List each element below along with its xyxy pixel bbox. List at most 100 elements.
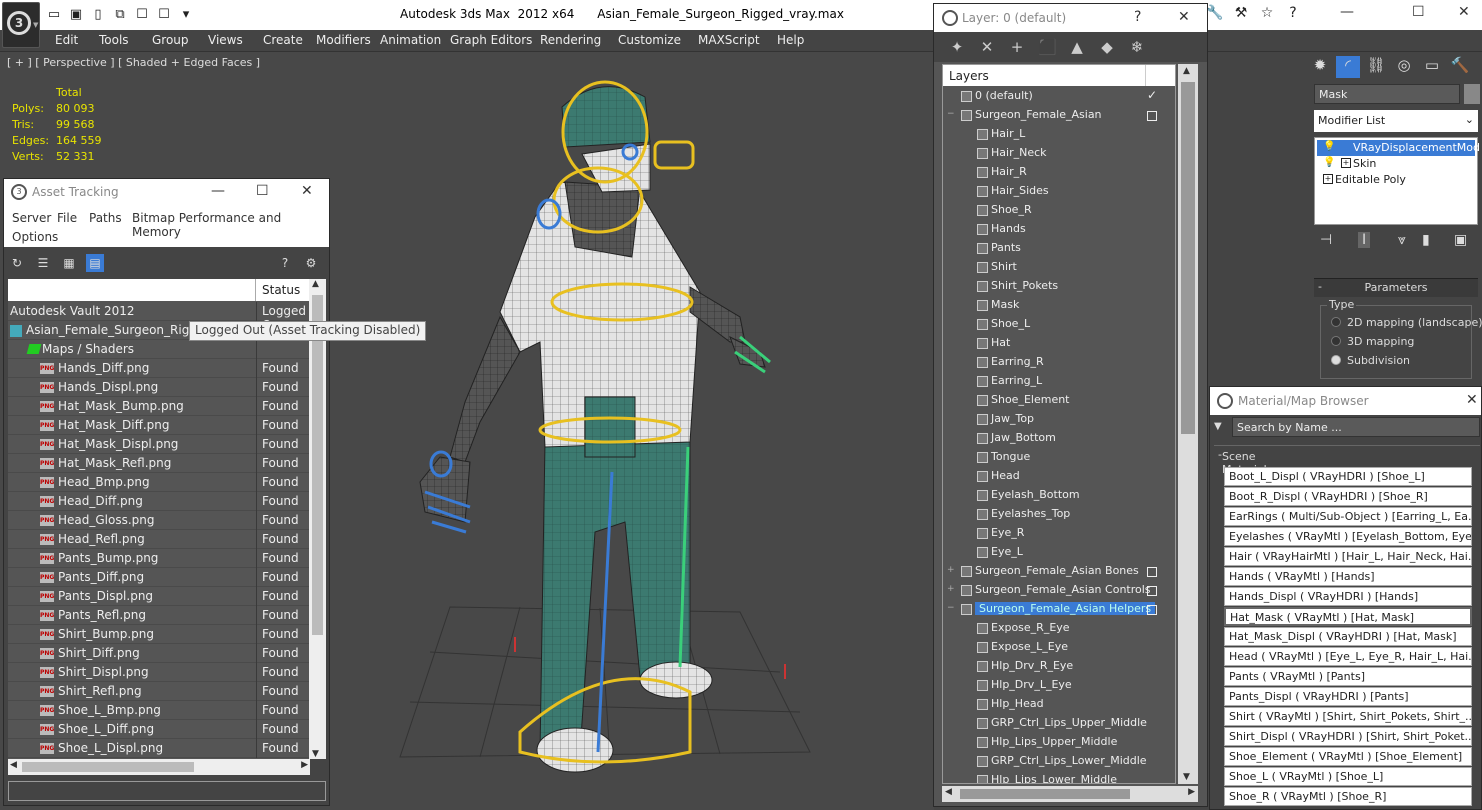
- layer-row[interactable]: − Surgeon_Female_Asian Helpers: [943, 600, 1175, 619]
- table-row[interactable]: PNG Hands_Diff.png Found: [8, 359, 313, 378]
- radio-button[interactable]: [1331, 317, 1341, 327]
- lightbulb-icon[interactable]: 💡: [1323, 157, 1335, 168]
- save-icon[interactable]: ▣: [67, 6, 85, 24]
- layer-row[interactable]: Hlp_Lips_Upper_Middle: [943, 733, 1175, 752]
- layer-row[interactable]: Eyelashes_Top: [943, 505, 1175, 524]
- chevron-left-icon[interactable]: ◀: [10, 760, 17, 770]
- create-tab-icon[interactable]: ✹: [1308, 56, 1332, 78]
- layer-row[interactable]: Eyelash_Bottom: [943, 486, 1175, 505]
- menu-animation[interactable]: Animation: [380, 33, 441, 47]
- hide-all-icon[interactable]: ◆: [1098, 38, 1116, 56]
- set-current-layer-box[interactable]: [1147, 586, 1157, 596]
- layer-row[interactable]: Shoe_L: [943, 315, 1175, 334]
- layers-column-header[interactable]: Layers: [949, 69, 989, 83]
- type-radio-option[interactable]: 2D mapping (landscape): [1331, 316, 1482, 329]
- help-button[interactable]: ?: [1134, 9, 1141, 25]
- menu-server[interactable]: Server: [12, 211, 51, 225]
- table-row[interactable]: PNG Shirt_Refl.png Found: [8, 682, 313, 701]
- search-by-name-field[interactable]: Search by Name ...: [1232, 417, 1480, 437]
- table-row[interactable]: PNG Hat_Mask_Refl.png Found: [8, 454, 313, 473]
- material-list-item[interactable]: Hands ( VRayMtl ) [Hands]: [1224, 567, 1472, 586]
- scroll-thumb[interactable]: [312, 295, 323, 635]
- chevron-left-icon[interactable]: ◀: [945, 787, 952, 797]
- table-row[interactable]: PNG Pants_Refl.png Found: [8, 606, 313, 625]
- expand-toggle[interactable]: +: [1323, 174, 1333, 184]
- table-row[interactable]: PNG Pants_Diff.png Found: [8, 568, 313, 587]
- chevron-down-icon[interactable]: ▼: [1183, 772, 1190, 782]
- dropdown-icon[interactable]: ▾: [177, 6, 195, 24]
- radio-button[interactable]: [1331, 336, 1341, 346]
- layer-row[interactable]: Eye_L: [943, 543, 1175, 562]
- expand-toggle[interactable]: +: [947, 565, 955, 575]
- modify-tab-icon[interactable]: ◜: [1336, 56, 1360, 78]
- list-icon[interactable]: ☰: [34, 254, 52, 272]
- material-list-item[interactable]: Boot_R_Displ ( VRayHDRI ) [Shoe_R]: [1224, 487, 1472, 506]
- layer-row[interactable]: Hat: [943, 334, 1175, 353]
- scroll-thumb[interactable]: [1181, 82, 1195, 434]
- hold-icon[interactable]: ⧉: [111, 6, 129, 24]
- motion-tab-icon[interactable]: ◎: [1392, 56, 1416, 78]
- menu-bitmap-performance-and-memory[interactable]: Bitmap Performance and Memory: [132, 211, 329, 239]
- menu-edit[interactable]: Edit: [55, 33, 78, 47]
- table-icon[interactable]: ▤: [86, 254, 104, 272]
- expand-toggle[interactable]: −: [947, 603, 955, 613]
- modifier-stack-item[interactable]: 💡 VRayDisplacementMod: [1317, 140, 1480, 156]
- menu-maxscript[interactable]: MAXScript: [698, 33, 760, 47]
- new-icon[interactable]: ▯: [89, 6, 107, 24]
- layer-row[interactable]: Hair_R: [943, 163, 1175, 182]
- chevron-down-icon[interactable]: ▼: [312, 749, 319, 759]
- add-to-layer-icon[interactable]: +: [1008, 38, 1026, 56]
- table-row[interactable]: PNG Pants_Bump.png Found: [8, 549, 313, 568]
- layer-row[interactable]: Hlp_Drv_L_Eye: [943, 676, 1175, 695]
- chevron-right-icon[interactable]: ▶: [301, 760, 308, 770]
- set-current-layer-box[interactable]: [1147, 567, 1157, 577]
- layer-row[interactable]: Hands: [943, 220, 1175, 239]
- table-row[interactable]: PNG Shirt_Diff.png Found: [8, 644, 313, 663]
- material-list-item[interactable]: Pants_Displ ( VRayHDRI ) [Pants]: [1224, 687, 1472, 706]
- layer-row[interactable]: Jaw_Top: [943, 410, 1175, 429]
- menu-create[interactable]: Create: [263, 33, 303, 47]
- material-list-item[interactable]: Boot_L_Displ ( VRayHDRI ) [Shoe_L]: [1224, 467, 1472, 486]
- star-icon[interactable]: ☆: [1257, 5, 1277, 25]
- expand-toggle[interactable]: +: [947, 584, 955, 594]
- display-tab-icon[interactable]: ▭: [1420, 56, 1444, 78]
- menu-graph-editors[interactable]: Graph Editors: [450, 33, 532, 47]
- menu-help[interactable]: Help: [777, 33, 804, 47]
- select-objects-icon[interactable]: ⬛: [1038, 38, 1057, 56]
- material-list-item[interactable]: Pants ( VRayMtl ) [Pants]: [1224, 667, 1472, 686]
- layer-row[interactable]: Eye_R: [943, 524, 1175, 543]
- layer-row[interactable]: GRP_Ctrl_Lips_Lower_Middle: [943, 752, 1175, 771]
- name-column-header[interactable]: [8, 279, 256, 301]
- layer-row[interactable]: Hlp_Head: [943, 695, 1175, 714]
- layer-row[interactable]: 0 (default) ✓: [943, 87, 1175, 106]
- layer-vertical-scrollbar[interactable]: ▲ ▼: [1178, 64, 1198, 784]
- table-row[interactable]: PNG Head_Refl.png Found: [8, 530, 313, 549]
- modifier-list-dropdown[interactable]: Modifier List ⌄: [1314, 110, 1478, 132]
- delete-layer-icon[interactable]: ✕: [978, 38, 996, 56]
- material-list-item[interactable]: Head ( VRayMtl ) [Eye_L, Eye_R, Hair_L, …: [1224, 647, 1472, 666]
- viewport-label[interactable]: [ + ] [ Perspective ] [ Shaded + Edged F…: [7, 56, 260, 69]
- highlight-layer-icon[interactable]: ▲: [1068, 38, 1086, 56]
- redo-icon[interactable]: ☐: [155, 6, 173, 24]
- table-row[interactable]: PNG Shoe_L_Diff.png Found: [8, 720, 313, 739]
- lightbulb-icon[interactable]: 💡: [1323, 141, 1335, 152]
- layer-row[interactable]: − Surgeon_Female_Asian: [943, 106, 1175, 125]
- close-button[interactable]: ✕: [1466, 392, 1478, 408]
- material-list-item[interactable]: Hands_Displ ( VRayHDRI ) [Hands]: [1224, 587, 1472, 606]
- parameters-header[interactable]: - Parameters: [1314, 279, 1478, 297]
- layer-row[interactable]: Hlp_Lips_Lower_Middle: [943, 771, 1175, 783]
- asset-vertical-scrollbar[interactable]: ▲ ▼: [309, 279, 326, 759]
- table-row[interactable]: PNG Hat_Mask_Bump.png Found: [8, 397, 313, 416]
- hierarchy-tab-icon[interactable]: ⛓: [1364, 56, 1388, 78]
- help-icon[interactable]: ?: [276, 254, 294, 272]
- browser-options-icon[interactable]: ▼: [1214, 421, 1222, 432]
- table-row[interactable]: PNG Shirt_Displ.png Found: [8, 663, 313, 682]
- object-name-field[interactable]: Mask: [1314, 84, 1460, 104]
- table-row[interactable]: PNG Head_Diff.png Found: [8, 492, 313, 511]
- minimize-button[interactable]: —: [1340, 4, 1354, 20]
- material-list-item[interactable]: Shoe_R ( VRayMtl ) [Shoe_R]: [1224, 787, 1472, 806]
- layer-row[interactable]: Earring_L: [943, 372, 1175, 391]
- scene-materials-group[interactable]: - Scene Materials: [1214, 445, 1480, 476]
- layer-row[interactable]: + Surgeon_Female_Asian Bones: [943, 562, 1175, 581]
- table-row[interactable]: Autodesk Vault 2012Logged O: [8, 302, 313, 332]
